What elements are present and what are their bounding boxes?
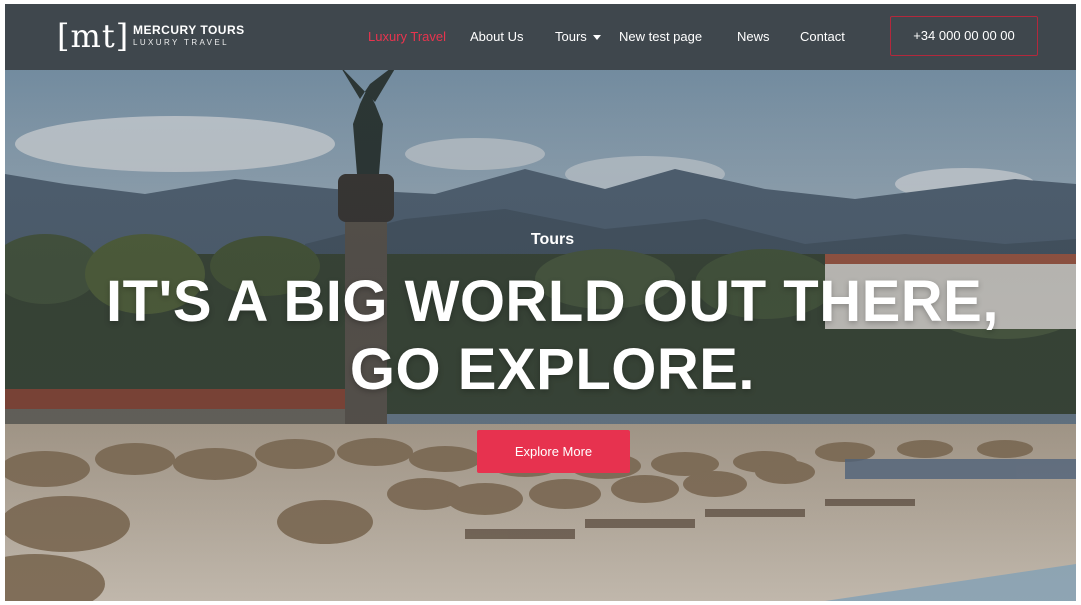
- nav-item-tours-label: Tours: [555, 29, 587, 44]
- main-nav: Luxury Travel About Us Tours New test pa…: [5, 4, 1076, 70]
- nav-item-about-us[interactable]: About Us: [470, 28, 523, 46]
- nav-item-luxury-travel[interactable]: Luxury Travel: [368, 28, 446, 46]
- hero-eyebrow: Tours: [530, 231, 575, 248]
- phone-button[interactable]: +34 000 00 00 00: [890, 16, 1038, 56]
- nav-item-contact[interactable]: Contact: [800, 28, 845, 46]
- hero-title: IT'S A BIG WORLD OUT THERE, GO EXPLORE.: [5, 268, 1076, 404]
- hero-title-line-2: GO EXPLORE.: [349, 337, 756, 402]
- caret-down-icon: [592, 35, 601, 41]
- page-frame: [mt] MERCURY TOURS LUXURY TRAVEL Luxury …: [5, 4, 1076, 601]
- top-navbar: [mt] MERCURY TOURS LUXURY TRAVEL Luxury …: [5, 4, 1076, 70]
- nav-item-tours[interactable]: Tours: [555, 28, 601, 46]
- explore-more-button[interactable]: Explore More: [477, 430, 630, 473]
- hero-title-line-1: IT'S A BIG WORLD OUT THERE,: [106, 269, 999, 334]
- nav-item-new-test-page[interactable]: New test page: [619, 28, 702, 46]
- nav-item-news[interactable]: News: [737, 28, 770, 46]
